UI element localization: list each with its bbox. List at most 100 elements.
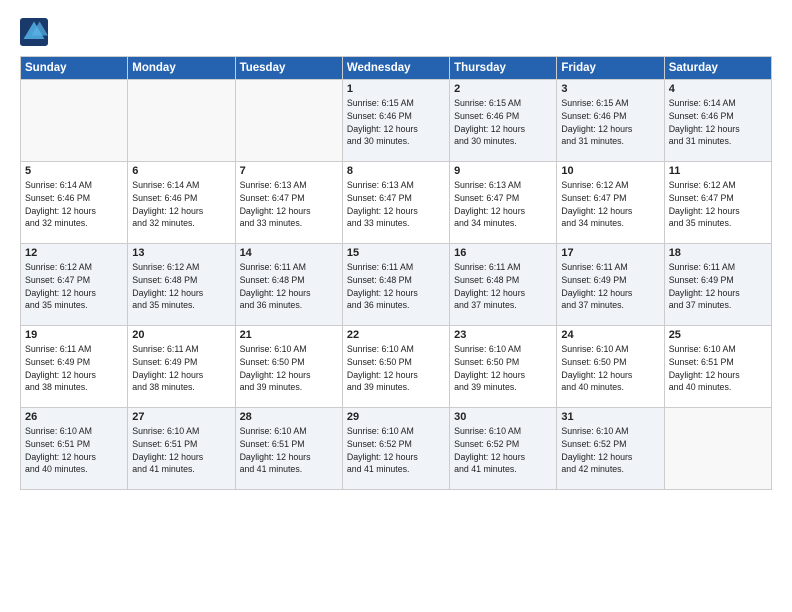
day-number: 31 (561, 411, 659, 423)
day-info: Sunrise: 6:10 AM Sunset: 6:51 PM Dayligh… (669, 343, 767, 394)
day-info: Sunrise: 6:11 AM Sunset: 6:49 PM Dayligh… (25, 343, 123, 394)
day-number: 18 (669, 247, 767, 259)
day-info: Sunrise: 6:13 AM Sunset: 6:47 PM Dayligh… (454, 179, 552, 230)
day-cell: 15 Sunrise: 6:11 AM Sunset: 6:48 PM Dayli… (342, 244, 449, 326)
day-number: 16 (454, 247, 552, 259)
day-cell: 11Sunrise: 6:12 AM Sunset: 6:47 PM Dayli… (664, 162, 771, 244)
day-cell: 25 Sunrise: 6:10 AM Sunset: 6:51 PM Dayli… (664, 326, 771, 408)
day-cell: 29Sunrise: 6:10 AM Sunset: 6:52 PM Dayli… (342, 408, 449, 490)
logo (20, 18, 52, 46)
week-row-3: 12 Sunrise: 6:12 AM Sunset: 6:47 PM Dayli… (21, 244, 772, 326)
day-cell: 9 Sunrise: 6:13 AM Sunset: 6:47 PM Daylig… (450, 162, 557, 244)
day-cell: 18Sunrise: 6:11 AM Sunset: 6:49 PM Dayli… (664, 244, 771, 326)
day-info: Sunrise: 6:11 AM Sunset: 6:48 PM Dayligh… (454, 261, 552, 312)
day-cell: 2 Sunrise: 6:15 AM Sunset: 6:46 PM Daylig… (450, 80, 557, 162)
day-cell: 16 Sunrise: 6:11 AM Sunset: 6:48 PM Dayli… (450, 244, 557, 326)
day-cell: 5Sunrise: 6:14 AM Sunset: 6:46 PM Daylig… (21, 162, 128, 244)
day-number: 9 (454, 165, 552, 177)
day-number: 4 (669, 83, 767, 95)
day-cell: 22 Sunrise: 6:10 AM Sunset: 6:50 PM Dayli… (342, 326, 449, 408)
day-info: Sunrise: 6:15 AM Sunset: 6:46 PM Dayligh… (454, 97, 552, 148)
calendar-page: SundayMondayTuesdayWednesdayThursdayFrid… (0, 0, 792, 612)
day-cell: 13Sunrise: 6:12 AM Sunset: 6:48 PM Dayli… (128, 244, 235, 326)
day-info: Sunrise: 6:10 AM Sunset: 6:50 PM Dayligh… (240, 343, 338, 394)
day-number: 8 (347, 165, 445, 177)
day-info: Sunrise: 6:13 AM Sunset: 6:47 PM Dayligh… (347, 179, 445, 230)
day-number: 19 (25, 329, 123, 341)
day-cell: 31 Sunrise: 6:10 AM Sunset: 6:52 PM Dayli… (557, 408, 664, 490)
day-info: Sunrise: 6:10 AM Sunset: 6:50 PM Dayligh… (454, 343, 552, 394)
day-info: Sunrise: 6:12 AM Sunset: 6:48 PM Dayligh… (132, 261, 230, 312)
day-number: 21 (240, 329, 338, 341)
day-info: Sunrise: 6:15 AM Sunset: 6:46 PM Dayligh… (347, 97, 445, 148)
header (20, 18, 772, 46)
day-info: Sunrise: 6:10 AM Sunset: 6:52 PM Dayligh… (561, 425, 659, 476)
day-cell: 3 Sunrise: 6:15 AM Sunset: 6:46 PM Daylig… (557, 80, 664, 162)
weekday-thursday: Thursday (450, 57, 557, 80)
day-cell (21, 80, 128, 162)
day-cell: 28 Sunrise: 6:10 AM Sunset: 6:51 PM Dayli… (235, 408, 342, 490)
day-cell: 21 Sunrise: 6:10 AM Sunset: 6:50 PM Dayli… (235, 326, 342, 408)
day-cell: 4 Sunrise: 6:14 AM Sunset: 6:46 PM Daylig… (664, 80, 771, 162)
day-cell: 19 Sunrise: 6:11 AM Sunset: 6:49 PM Dayli… (21, 326, 128, 408)
day-number: 14 (240, 247, 338, 259)
day-info: Sunrise: 6:10 AM Sunset: 6:52 PM Dayligh… (454, 425, 552, 476)
day-cell (664, 408, 771, 490)
day-info: Sunrise: 6:10 AM Sunset: 6:51 PM Dayligh… (132, 425, 230, 476)
day-cell: 27 Sunrise: 6:10 AM Sunset: 6:51 PM Dayli… (128, 408, 235, 490)
day-number: 23 (454, 329, 552, 341)
day-info: Sunrise: 6:11 AM Sunset: 6:48 PM Dayligh… (347, 261, 445, 312)
day-cell: 7 Sunrise: 6:13 AM Sunset: 6:47 PM Daylig… (235, 162, 342, 244)
day-cell: 30 Sunrise: 6:10 AM Sunset: 6:52 PM Dayli… (450, 408, 557, 490)
day-cell (128, 80, 235, 162)
day-number: 12 (25, 247, 123, 259)
day-info: Sunrise: 6:11 AM Sunset: 6:48 PM Dayligh… (240, 261, 338, 312)
day-number: 2 (454, 83, 552, 95)
day-cell: 26Sunrise: 6:10 AM Sunset: 6:51 PM Dayli… (21, 408, 128, 490)
day-number: 20 (132, 329, 230, 341)
weekday-wednesday: Wednesday (342, 57, 449, 80)
day-number: 15 (347, 247, 445, 259)
day-info: Sunrise: 6:12 AM Sunset: 6:47 PM Dayligh… (25, 261, 123, 312)
weekday-saturday: Saturday (664, 57, 771, 80)
day-cell (235, 80, 342, 162)
weekday-friday: Friday (557, 57, 664, 80)
logo-icon (20, 18, 48, 46)
day-number: 3 (561, 83, 659, 95)
day-info: Sunrise: 6:10 AM Sunset: 6:52 PM Dayligh… (347, 425, 445, 476)
day-info: Sunrise: 6:11 AM Sunset: 6:49 PM Dayligh… (132, 343, 230, 394)
day-info: Sunrise: 6:12 AM Sunset: 6:47 PM Dayligh… (669, 179, 767, 230)
day-number: 27 (132, 411, 230, 423)
day-number: 25 (669, 329, 767, 341)
week-row-5: 26Sunrise: 6:10 AM Sunset: 6:51 PM Dayli… (21, 408, 772, 490)
day-info: Sunrise: 6:10 AM Sunset: 6:51 PM Dayligh… (25, 425, 123, 476)
weekday-sunday: Sunday (21, 57, 128, 80)
day-number: 7 (240, 165, 338, 177)
day-number: 28 (240, 411, 338, 423)
day-info: Sunrise: 6:13 AM Sunset: 6:47 PM Dayligh… (240, 179, 338, 230)
day-number: 30 (454, 411, 552, 423)
day-number: 24 (561, 329, 659, 341)
day-cell: 12 Sunrise: 6:12 AM Sunset: 6:47 PM Dayli… (21, 244, 128, 326)
day-cell: 10 Sunrise: 6:12 AM Sunset: 6:47 PM Dayli… (557, 162, 664, 244)
day-cell: 14 Sunrise: 6:11 AM Sunset: 6:48 PM Dayli… (235, 244, 342, 326)
weekday-tuesday: Tuesday (235, 57, 342, 80)
weekday-header-row: SundayMondayTuesdayWednesdayThursdayFrid… (21, 57, 772, 80)
day-cell: 17Sunrise: 6:11 AM Sunset: 6:49 PM Dayli… (557, 244, 664, 326)
day-info: Sunrise: 6:10 AM Sunset: 6:50 PM Dayligh… (347, 343, 445, 394)
day-cell: 20 Sunrise: 6:11 AM Sunset: 6:49 PM Dayli… (128, 326, 235, 408)
day-number: 17 (561, 247, 659, 259)
day-info: Sunrise: 6:14 AM Sunset: 6:46 PM Dayligh… (132, 179, 230, 230)
day-number: 6 (132, 165, 230, 177)
day-cell: 8 Sunrise: 6:13 AM Sunset: 6:47 PM Daylig… (342, 162, 449, 244)
day-info: Sunrise: 6:12 AM Sunset: 6:47 PM Dayligh… (561, 179, 659, 230)
day-info: Sunrise: 6:10 AM Sunset: 6:51 PM Dayligh… (240, 425, 338, 476)
week-row-1: 1 Sunrise: 6:15 AM Sunset: 6:46 PM Daylig… (21, 80, 772, 162)
day-number: 22 (347, 329, 445, 341)
day-number: 10 (561, 165, 659, 177)
day-number: 1 (347, 83, 445, 95)
week-row-4: 19 Sunrise: 6:11 AM Sunset: 6:49 PM Dayli… (21, 326, 772, 408)
day-info: Sunrise: 6:15 AM Sunset: 6:46 PM Dayligh… (561, 97, 659, 148)
day-info: Sunrise: 6:14 AM Sunset: 6:46 PM Dayligh… (669, 97, 767, 148)
day-cell: 1 Sunrise: 6:15 AM Sunset: 6:46 PM Daylig… (342, 80, 449, 162)
